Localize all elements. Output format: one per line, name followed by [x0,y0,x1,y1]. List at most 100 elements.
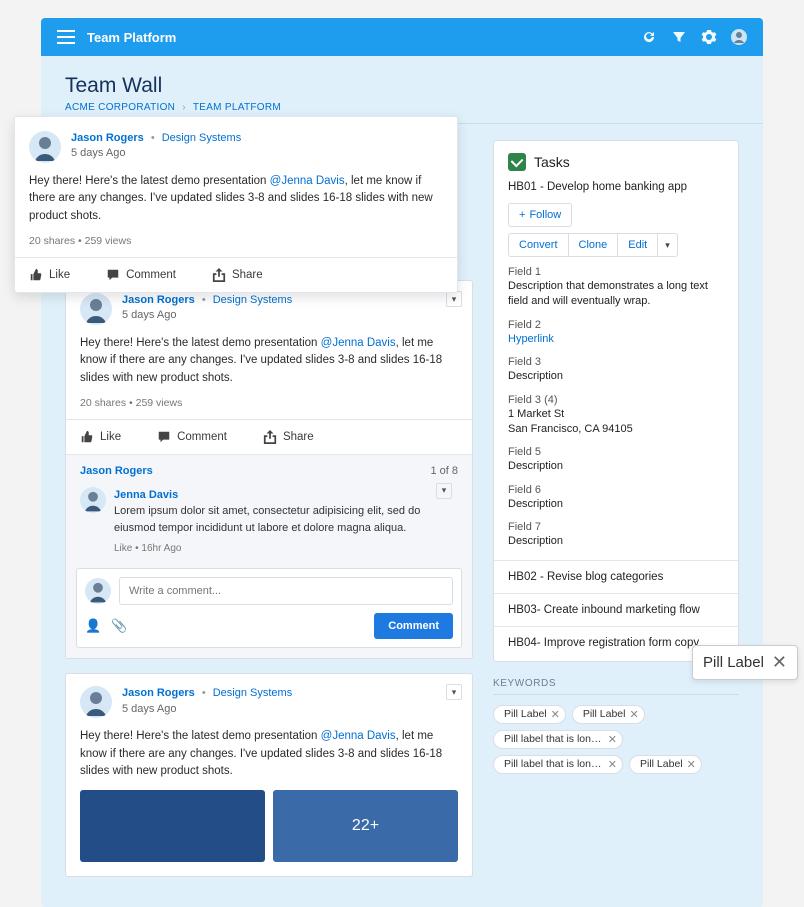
comment-input[interactable] [119,577,453,605]
field-label: Field 6 [508,484,724,496]
tasks-card: Tasks HB01 - Develop home banking app +F… [493,140,739,662]
chevron-down-icon[interactable]: ▾ [446,684,462,700]
comment-button[interactable]: Comment [157,430,227,444]
author-link[interactable]: Jason Rogers [122,294,195,306]
post-stats: 20 shares • 259 views [15,235,457,257]
department-link[interactable]: Design Systems [162,132,241,144]
avatar-icon[interactable] [731,29,747,45]
task-item[interactable]: HB04- Improve registration form copy [508,627,724,649]
comment-button[interactable]: Comment [106,268,176,282]
comment-author[interactable]: Jenna Davis [114,487,458,504]
field-label: Field 5 [508,446,724,458]
avatar [85,578,111,604]
task-item[interactable]: HB01 - Develop home banking app [508,181,724,193]
post-time: 5 days Ago [122,702,292,717]
pill[interactable]: Pill Label✕ [493,705,566,724]
pill-popup[interactable]: Pill Label ✕ [692,645,798,680]
attachment-tile[interactable] [80,790,265,862]
field-label: Field 2 [508,319,724,331]
field-label: Field 3 (4) [508,394,724,406]
comment-meta: Like • 16hr Ago [114,541,458,556]
comments-header-author[interactable]: Jason Rogers [80,465,153,477]
close-icon[interactable]: ✕ [551,708,560,721]
post-stats: 20 shares • 259 views [66,397,472,419]
gear-icon[interactable] [701,29,717,45]
department-link[interactable]: Design Systems [213,294,292,306]
avatar [80,686,112,718]
post-time: 5 days Ago [122,308,292,323]
field-link[interactable]: Hyperlink [508,332,724,347]
topbar: Team Platform [41,18,763,56]
close-icon[interactable]: ✕ [629,708,638,721]
field-value: Description [508,459,724,474]
edit-button[interactable]: Edit [617,233,657,257]
comment-page-count: 1 of 8 [430,465,458,477]
comment-text: Lorem ipsum dolor sit amet, consectetur … [114,505,420,534]
comment-composer: 👤 📎 Comment [76,568,462,648]
pill[interactable]: Pill Label✕ [572,705,645,724]
chevron-down-icon[interactable]: ▾ [446,291,462,307]
post-body: Hey there! Here's the latest demo presen… [15,167,457,235]
pill-label: Pill Label [703,654,764,671]
follow-button[interactable]: +Follow [508,203,572,227]
post-card: ▾ Jason Rogers • Design Systems 5 days A… [65,280,473,659]
author-link[interactable]: Jason Rogers [71,132,144,144]
task-item[interactable]: HB03- Create inbound marketing flow [508,594,724,616]
field-value: Description [508,369,724,384]
pill[interactable]: Pill label that is longer than the rest✕ [493,730,623,749]
close-icon[interactable]: ✕ [772,652,787,673]
menu-icon[interactable] [57,30,75,44]
share-button[interactable]: Share [212,268,263,282]
field-value: Description [508,534,724,549]
breadcrumb-item[interactable]: ACME CORPORATION [65,102,175,113]
attachment-icon[interactable]: 📎 [111,618,127,634]
field-value: 1 Market St [508,407,724,422]
avatar [29,131,61,163]
author-link[interactable]: Jason Rogers [122,687,195,699]
breadcrumb-item[interactable]: TEAM PLATFORM [193,102,281,113]
field-label: Field 1 [508,266,724,278]
field-value: Description that demonstrates a long tex… [508,279,724,310]
mention[interactable]: @Jenna Davis [270,175,345,187]
keywords-title: KEYWORDS [493,678,739,695]
close-icon[interactable]: ✕ [608,733,617,746]
like-button[interactable]: Like [29,268,70,282]
field-label: Field 7 [508,521,724,533]
page-header: Team Wall ACME CORPORATION › TEAM PLATFO… [41,56,763,124]
more-button[interactable]: ▾ [657,233,678,257]
field-value: Description [508,497,724,512]
comments-section: Jason Rogers 1 of 8 Jenna Davis Lorem ip… [66,454,472,659]
mention[interactable]: @Jenna Davis [321,337,396,349]
mention[interactable]: @Jenna Davis [321,730,396,742]
avatar [80,487,106,513]
tasks-title: Tasks [534,154,570,170]
app-title: Team Platform [87,30,176,45]
department-link[interactable]: Design Systems [213,687,292,699]
close-icon[interactable]: ✕ [687,758,696,771]
tasks-icon [508,153,526,171]
field-value: San Francisco, CA 94105 [508,422,724,437]
submit-comment-button[interactable]: Comment [374,613,453,639]
refresh-icon[interactable] [641,29,657,45]
chevron-down-icon[interactable]: ▾ [436,483,452,499]
keywords-section: KEYWORDS Pill Label✕ Pill Label✕ Pill la… [493,678,739,774]
pill[interactable]: Pill Label✕ [629,755,702,774]
share-button[interactable]: Share [263,430,314,444]
post-card: ▾ Jason Rogers • Design Systems 5 days A… [65,673,473,877]
filter-icon[interactable] [671,29,687,45]
avatar [80,293,112,325]
attachment-tile-count[interactable]: 22+ [273,790,458,862]
task-item[interactable]: HB02 - Revise blog categories [508,561,724,583]
post-time: 5 days Ago [71,146,241,161]
post-body: Hey there! Here's the latest demo presen… [66,329,472,397]
page-title: Team Wall [65,74,739,98]
breadcrumb: ACME CORPORATION › TEAM PLATFORM [65,102,739,113]
like-button[interactable]: Like [80,430,121,444]
close-icon[interactable]: ✕ [608,758,617,771]
person-icon[interactable]: 👤 [85,618,101,634]
post-card-floating: Jason Rogers • Design Systems 5 days Ago… [14,116,458,293]
pill[interactable]: Pill label that is longer than the rest✕ [493,755,623,774]
field-label: Field 3 [508,356,724,368]
clone-button[interactable]: Clone [568,233,618,257]
convert-button[interactable]: Convert [508,233,568,257]
